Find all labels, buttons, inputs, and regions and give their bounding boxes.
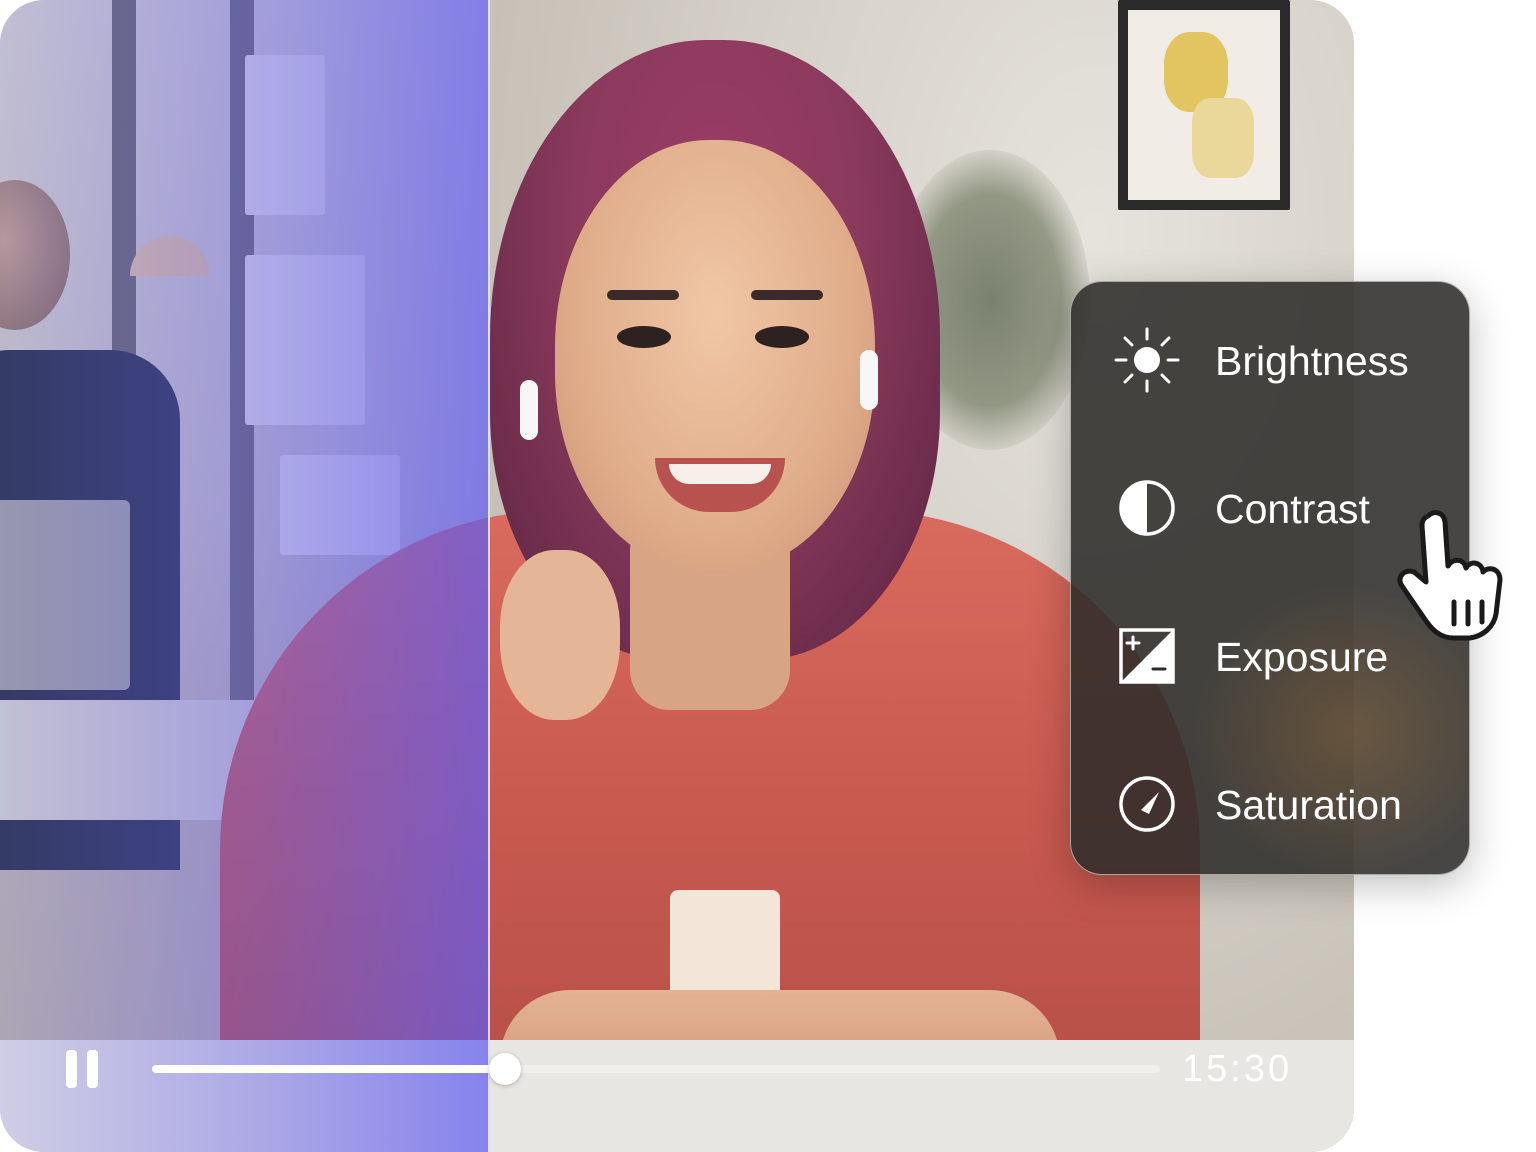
pause-icon	[87, 1050, 98, 1088]
comparison-divider[interactable]	[488, 0, 490, 1152]
mouth	[655, 458, 785, 512]
eyebrow	[751, 290, 823, 300]
pause-button[interactable]	[60, 1048, 106, 1094]
time-display: 15:30	[1182, 1048, 1293, 1090]
menu-item-label: Saturation	[1215, 782, 1402, 828]
face	[555, 140, 875, 570]
progress-fill	[152, 1065, 505, 1073]
eyebrow	[607, 290, 679, 300]
exposure-icon	[1119, 628, 1175, 684]
menu-item-brightness[interactable]: Brightness	[1071, 296, 1469, 416]
pause-icon	[66, 1050, 77, 1088]
hand	[500, 550, 620, 720]
eye	[755, 326, 809, 348]
menu-item-label: Contrast	[1215, 486, 1370, 532]
earbud	[520, 380, 538, 440]
eye	[617, 326, 671, 348]
progress-thumb[interactable]	[488, 1053, 521, 1085]
contrast-icon	[1119, 480, 1175, 536]
hand-cursor-icon	[1397, 510, 1503, 641]
saturation-icon	[1119, 776, 1175, 832]
adjustment-preview-overlay	[0, 0, 490, 1152]
brightness-icon	[1114, 327, 1180, 393]
menu-item-label: Brightness	[1215, 338, 1409, 384]
progress-track[interactable]	[152, 1053, 1160, 1085]
menu-item-label: Exposure	[1215, 634, 1389, 680]
menu-item-saturation[interactable]: Saturation	[1071, 740, 1469, 860]
earbud	[860, 350, 878, 410]
